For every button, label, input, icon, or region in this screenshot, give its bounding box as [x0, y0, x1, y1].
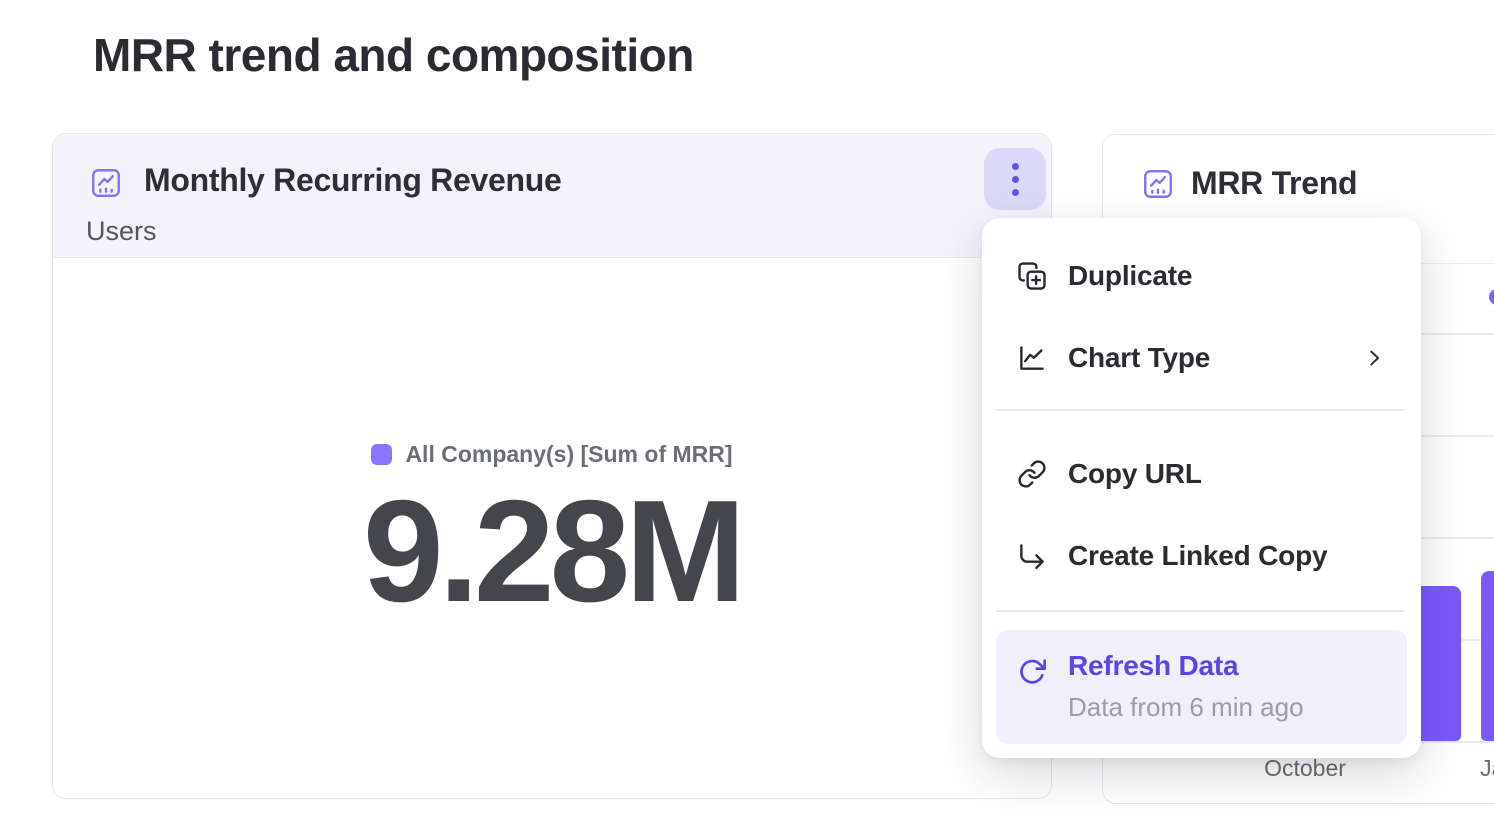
mrr-number-card: Monthly Recurring Revenue Users All Comp… — [52, 133, 1052, 799]
card-menu-button[interactable] — [984, 148, 1046, 210]
duplicate-icon — [1016, 260, 1048, 292]
menu-item-label: Duplicate — [1068, 260, 1192, 292]
trend-legend-swatch-icon — [1489, 289, 1494, 305]
card-context-menu: Duplicate Chart Type — [982, 218, 1421, 758]
menu-item-label: Chart Type — [1068, 342, 1210, 374]
menu-item-create-linked-copy[interactable]: Create Linked Copy — [982, 515, 1421, 597]
menu-item-label: Refresh Data — [1068, 650, 1238, 682]
x-tick-label-january: January — [1451, 755, 1494, 782]
legend-label: All Company(s) [Sum of MRR] — [405, 441, 732, 468]
dashboard-page: MRR trend and composition Monthly Recurr… — [0, 0, 1494, 816]
menu-item-chart-type[interactable]: Chart Type — [982, 317, 1421, 399]
menu-divider — [996, 610, 1405, 612]
chart-icon — [89, 166, 123, 200]
menu-item-duplicate[interactable]: Duplicate — [982, 235, 1421, 317]
chevron-right-icon — [1363, 345, 1385, 371]
menu-item-label: Copy URL — [1068, 458, 1202, 490]
menu-divider — [996, 409, 1405, 411]
page-title: MRR trend and composition — [93, 28, 694, 82]
refresh-timestamp: Data from 6 min ago — [1068, 692, 1304, 723]
linked-copy-icon — [1016, 540, 1048, 572]
bar-january[interactable] — [1481, 571, 1494, 741]
menu-item-label: Create Linked Copy — [1068, 540, 1327, 572]
chart-legend-item[interactable]: All Company(s) [Sum of MRR] — [53, 441, 1051, 468]
x-tick-label-october: October — [1235, 755, 1375, 782]
chart-icon — [1141, 167, 1175, 201]
menu-item-refresh-data[interactable]: Refresh Data Data from 6 min ago — [996, 630, 1407, 744]
kebab-icon — [1012, 163, 1019, 170]
trend-card-title: MRR Trend — [1191, 165, 1357, 202]
legend-swatch-icon — [371, 444, 392, 465]
chart-type-icon — [1016, 342, 1048, 374]
mrr-card-title: Monthly Recurring Revenue — [144, 162, 561, 199]
mrr-big-value: 9.28M — [53, 472, 1051, 632]
mrr-card-header: Monthly Recurring Revenue Users — [53, 134, 1051, 258]
refresh-icon — [1016, 656, 1048, 688]
menu-item-copy-url[interactable]: Copy URL — [982, 433, 1421, 515]
link-icon — [1016, 458, 1048, 490]
mrr-card-subtitle: Users — [86, 216, 157, 247]
